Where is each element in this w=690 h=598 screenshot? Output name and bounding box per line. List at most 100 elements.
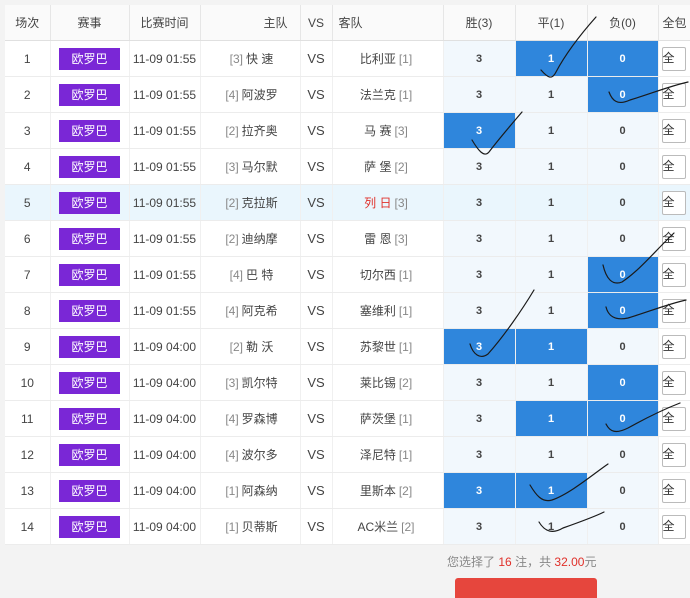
home-team-cell: [3] 马尔默 <box>200 148 301 185</box>
option-lose[interactable]: 0 <box>587 76 659 113</box>
league-badge[interactable]: 欧罗巴 <box>59 515 120 538</box>
option-win[interactable]: 3 <box>443 472 516 509</box>
home-team: 凯尔特 <box>241 376 278 390</box>
select-all-button[interactable]: 全 <box>661 370 686 395</box>
select-all-button[interactable]: 全 <box>661 406 686 431</box>
league-badge[interactable]: 欧罗巴 <box>59 299 120 322</box>
option-win[interactable]: 3 <box>443 436 516 473</box>
option-lose[interactable]: 0 <box>587 292 659 329</box>
option-lose[interactable]: 0 <box>587 472 659 509</box>
option-draw[interactable]: 1 <box>515 328 588 365</box>
option-draw[interactable]: 1 <box>515 76 588 113</box>
option-win[interactable]: 3 <box>443 364 516 401</box>
option-draw[interactable]: 1 <box>515 256 588 293</box>
option-win[interactable]: 3 <box>443 508 516 545</box>
match-time: 11-09 01:55 <box>129 184 201 221</box>
option-draw[interactable]: 1 <box>515 184 588 221</box>
option-win[interactable]: 3 <box>443 328 516 365</box>
select-all-button[interactable]: 全 <box>661 334 686 359</box>
match-number: 14 <box>5 508 51 545</box>
home-team: 马尔默 <box>241 160 278 174</box>
select-all-button[interactable]: 全 <box>661 154 686 179</box>
all-cell: 全 <box>658 220 690 257</box>
option-win[interactable]: 3 <box>443 76 516 113</box>
col-no-header: 场次 <box>5 5 51 41</box>
select-all-button[interactable]: 全 <box>661 478 686 503</box>
option-lose[interactable]: 0 <box>587 40 659 77</box>
option-win[interactable]: 3 <box>443 220 516 257</box>
league-badge[interactable]: 欧罗巴 <box>59 47 120 70</box>
table-row: 14 欧罗巴 11-09 04:00 [1] 贝蒂斯 VS AC米兰 [2] 3 1 0 全 <box>5 508 690 545</box>
option-lose[interactable]: 0 <box>587 184 659 221</box>
league-badge[interactable]: 欧罗巴 <box>59 263 120 286</box>
option-draw[interactable]: 1 <box>515 436 588 473</box>
option-lose[interactable]: 0 <box>587 364 659 401</box>
option-lose[interactable]: 0 <box>587 436 659 473</box>
option-lose[interactable]: 0 <box>587 256 659 293</box>
table-row: 2 欧罗巴 11-09 01:55 [4] 阿波罗 VS 法兰克 [1] 3 1 0 全 <box>5 76 690 113</box>
option-lose[interactable]: 0 <box>587 508 659 545</box>
option-lose[interactable]: 0 <box>587 220 659 257</box>
home-team-cell: [2] 拉齐奥 <box>200 112 301 149</box>
away-rank: [1] <box>398 448 413 462</box>
league-badge[interactable]: 欧罗巴 <box>59 371 120 394</box>
away-team-cell: 莱比锡 [2] <box>332 364 444 401</box>
option-lose[interactable]: 0 <box>587 148 659 185</box>
home-team: 迪纳摩 <box>241 232 278 246</box>
option-win[interactable]: 3 <box>443 148 516 185</box>
option-draw[interactable]: 1 <box>515 112 588 149</box>
league-badge[interactable]: 欧罗巴 <box>59 479 120 502</box>
select-all-button[interactable]: 全 <box>661 82 686 107</box>
league-badge[interactable]: 欧罗巴 <box>59 227 120 250</box>
select-all-button[interactable]: 全 <box>661 298 686 323</box>
option-win[interactable]: 3 <box>443 292 516 329</box>
option-draw[interactable]: 1 <box>515 148 588 185</box>
match-time: 11-09 01:55 <box>129 40 201 77</box>
option-draw[interactable]: 1 <box>515 400 588 437</box>
option-win[interactable]: 3 <box>443 184 516 221</box>
select-all-button[interactable]: 全 <box>661 190 686 215</box>
league-badge[interactable]: 欧罗巴 <box>59 119 120 142</box>
option-draw[interactable]: 1 <box>515 472 588 509</box>
select-all-button[interactable]: 全 <box>661 262 686 287</box>
option-win[interactable]: 3 <box>443 40 516 77</box>
option-draw[interactable]: 1 <box>515 364 588 401</box>
table-row: 1 欧罗巴 11-09 01:55 [3] 快 速 VS 比利亚 [1] 3 1 0 全 <box>5 40 690 77</box>
select-all-button[interactable]: 全 <box>661 118 686 143</box>
option-win[interactable]: 3 <box>443 256 516 293</box>
away-team-cell: 萨 堡 [2] <box>332 148 444 185</box>
vs-label: VS <box>300 472 333 509</box>
league-badge[interactable]: 欧罗巴 <box>59 407 120 430</box>
option-lose[interactable]: 0 <box>587 400 659 437</box>
league-badge[interactable]: 欧罗巴 <box>59 191 120 214</box>
home-rank: [3] <box>225 376 239 390</box>
away-team-cell: 法兰克 [1] <box>332 76 444 113</box>
option-win[interactable]: 3 <box>443 112 516 149</box>
away-team-cell: 塞维利 [1] <box>332 292 444 329</box>
option-draw[interactable]: 1 <box>515 508 588 545</box>
home-rank: [1] <box>225 520 239 534</box>
league-badge[interactable]: 欧罗巴 <box>59 335 120 358</box>
vs-label: VS <box>300 112 333 149</box>
league-badge[interactable]: 欧罗巴 <box>59 83 120 106</box>
match-time: 11-09 04:00 <box>129 328 201 365</box>
submit-button[interactable] <box>455 578 597 598</box>
option-draw[interactable]: 1 <box>515 220 588 257</box>
select-all-button[interactable]: 全 <box>661 442 686 467</box>
away-rank: [1] <box>398 304 413 318</box>
select-all-button[interactable]: 全 <box>661 46 686 71</box>
option-draw[interactable]: 1 <box>515 292 588 329</box>
league-badge[interactable]: 欧罗巴 <box>59 443 120 466</box>
select-all-button[interactable]: 全 <box>661 514 686 539</box>
option-lose[interactable]: 0 <box>587 112 659 149</box>
home-rank: [2] <box>225 232 239 246</box>
option-lose[interactable]: 0 <box>587 328 659 365</box>
option-win[interactable]: 3 <box>443 400 516 437</box>
away-team: 苏黎世 <box>359 340 396 354</box>
league-badge[interactable]: 欧罗巴 <box>59 155 120 178</box>
match-number: 6 <box>5 220 51 257</box>
away-rank: [3] <box>394 124 408 138</box>
all-cell: 全 <box>658 184 690 221</box>
select-all-button[interactable]: 全 <box>661 226 686 251</box>
option-draw[interactable]: 1 <box>515 40 588 77</box>
